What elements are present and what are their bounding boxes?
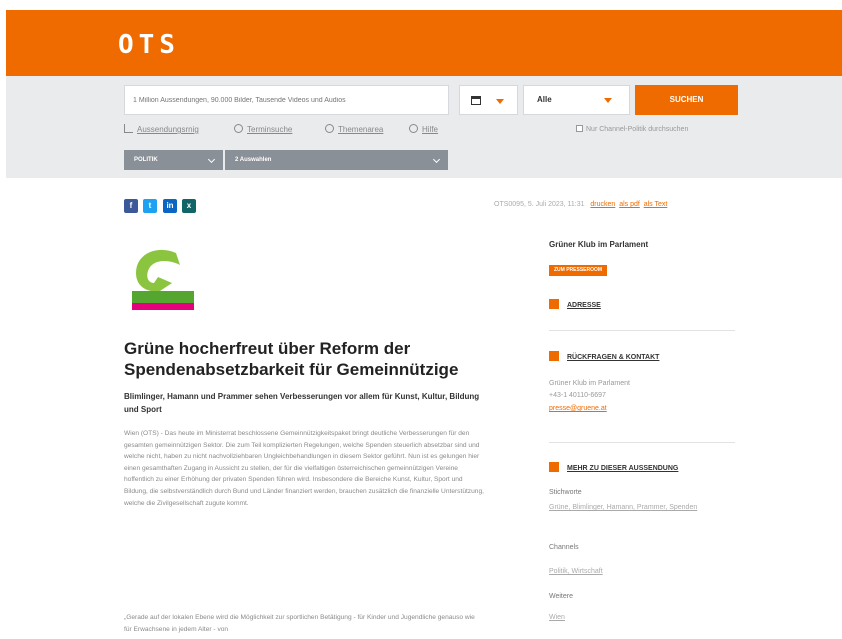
linkedin-icon[interactable]: in — [163, 199, 177, 213]
contact-phone: +43-1 40110-6697 — [549, 392, 606, 399]
article-lead: Blimlinger, Hamann und Prammer sehen Ver… — [124, 392, 480, 414]
expand-icon — [549, 351, 559, 361]
pressroom-button[interactable]: ZUM PRESSEROOM — [549, 265, 608, 276]
contact-email-link[interactable]: presse@gruene.at — [549, 403, 607, 414]
divider — [549, 330, 735, 331]
search-button[interactable]: SUCHEN — [635, 85, 738, 115]
facebook-icon[interactable]: f — [124, 199, 138, 213]
text-link[interactable]: als Text — [644, 201, 668, 208]
chevron-down-icon — [604, 98, 612, 103]
article-body: Wien (OTS) - Das heute im Ministerrat be… — [124, 430, 484, 507]
calendar-icon — [471, 96, 481, 105]
press-meta: OTS0095, 5. Juli 2023, 11:31 drucken als… — [494, 201, 668, 208]
contact-org: Grüner Klub im Parlament — [549, 380, 630, 387]
print-link[interactable]: drucken — [590, 201, 615, 208]
filter-politik[interactable]: POLITIK — [124, 150, 223, 170]
article-body-continued: „Gerade auf der lokalen Ebene wird die M… — [124, 614, 475, 633]
region-link[interactable]: Wien — [549, 612, 739, 623]
info-icon — [409, 124, 418, 133]
clock-icon — [234, 124, 243, 133]
more-info-toggle[interactable]: MEHR ZU DIESER AUSSENDUNG — [549, 462, 678, 472]
chevron-down-icon — [207, 155, 216, 164]
sidebar-org-name: Grüner Klub im Parlament — [549, 240, 649, 249]
filter-auswahlen[interactable]: 2 Auswahlen — [225, 150, 448, 170]
globe-icon — [325, 124, 334, 133]
pdf-link[interactable]: als pdf — [619, 201, 640, 208]
address-toggle[interactable]: ADRESSE — [549, 299, 601, 309]
expand-icon — [549, 299, 559, 309]
channels-links[interactable]: Politik, Wirtschaft — [549, 566, 739, 577]
contact-toggle[interactable]: RÜCKFRAGEN & KONTAKT — [549, 351, 659, 361]
keywords-links[interactable]: Grüne, Blimlinger, Hamann, Prammer, Spen… — [549, 502, 739, 513]
chevron-down-icon — [496, 99, 504, 104]
sublink-hilfe[interactable]: Hilfe — [409, 124, 438, 134]
twitter-icon[interactable]: t — [143, 199, 157, 213]
search-input[interactable] — [124, 85, 449, 115]
region-label: Weitere — [549, 593, 573, 600]
sublink-themenarea[interactable]: Themenarea — [325, 124, 383, 134]
checkbox[interactable] — [576, 125, 583, 132]
category-select[interactable]: Alle — [523, 85, 630, 115]
bar-chart-icon — [124, 124, 133, 133]
sublink-terminsuche[interactable]: Terminsuche — [234, 124, 292, 134]
top-strip — [0, 0, 842, 10]
chevron-down-icon — [432, 155, 441, 164]
date-picker[interactable] — [459, 85, 518, 115]
article-title: Grüne hocherfreut über Reform der Spende… — [124, 339, 459, 379]
expand-icon — [549, 462, 559, 472]
xing-icon[interactable]: x — [182, 199, 196, 213]
ots-logo[interactable]: OTS — [118, 30, 180, 60]
channels-label: Channels — [549, 544, 579, 551]
gruene-logo — [132, 249, 194, 310]
keywords-label: Stichworte — [549, 489, 582, 496]
sublink-aussendungen[interactable]: Aussendungsrnig — [124, 124, 199, 134]
divider — [549, 442, 735, 443]
category-select-value: Alle — [537, 95, 552, 104]
channel-filter-checkbox[interactable]: Nur Channel-Politik durchsuchen — [576, 125, 688, 133]
